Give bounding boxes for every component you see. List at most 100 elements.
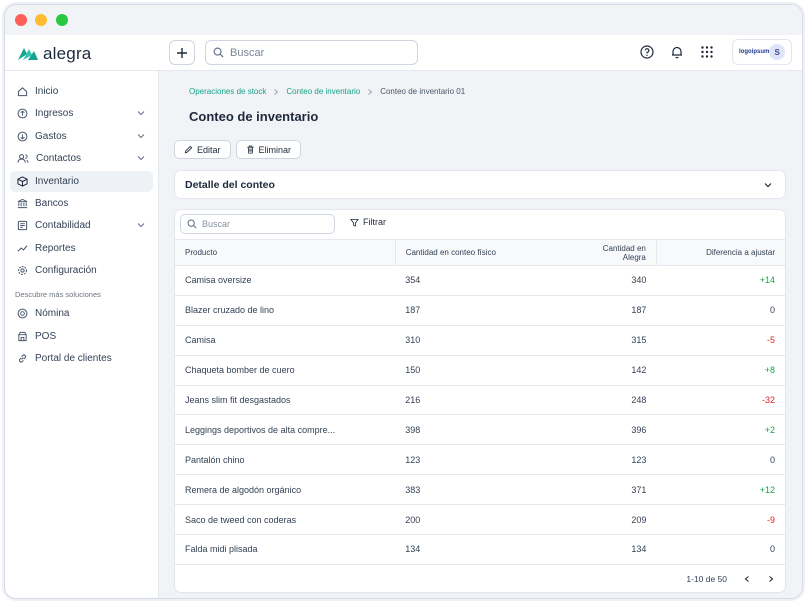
sidebar-item-gastos[interactable]: Gastos [10,126,153,147]
account-menu[interactable]: logoipsum S [732,39,792,65]
table-row[interactable]: Pantalón chino 123 123 0 [175,444,785,476]
sidebar-item-label: Contactos [36,153,82,165]
detail-title: Detalle del conteo [185,178,275,191]
table-row[interactable]: Jeans slim fit desgastados 216 248 -32 [175,385,785,416]
sidebar-item-inventario[interactable]: Inventario [10,170,153,192]
top-icons: logoipsum S [638,39,792,65]
sidebar-item-ingresos[interactable]: Ingresos [10,103,153,124]
chevron-right-icon [368,88,373,95]
pos-icon [18,331,27,341]
sidebar-item-label: POS [35,330,57,342]
table-search[interactable] [180,214,335,234]
sidebar-item-contactos[interactable]: Contactos [10,148,153,169]
column-header-producto[interactable]: Producto [175,239,396,266]
sidebar-item-label: Reportes [35,242,76,254]
cell-conteo-fisico: 310 [395,325,569,356]
bell-icon[interactable] [668,43,686,61]
window-titlebar [5,5,802,35]
global-search[interactable] [205,40,418,65]
sidebar-item-bancos[interactable]: Bancos [10,193,153,214]
cell-diferencia: -9 [656,504,785,536]
sidebar-item-reportes[interactable]: Reportes [10,238,153,259]
cell-cantidad-alegra: 315 [568,325,657,356]
cell-conteo-fisico: 383 [395,474,569,506]
cell-conteo-fisico: 134 [395,534,569,565]
box-icon [17,175,28,187]
breadcrumb-link-operaciones[interactable]: Operaciones de stock [189,87,266,96]
help-icon[interactable] [638,43,656,61]
sidebar-item-inicio[interactable]: Inicio [10,81,153,102]
sidebar-item-contabilidad[interactable]: Contabilidad [10,215,153,236]
logo-text: alegra [43,44,92,63]
maximize-window-button[interactable] [56,14,68,26]
delete-button[interactable]: Eliminar [235,140,302,159]
cell-conteo-fisico: 123 [395,444,569,476]
cell-cantidad-alegra: 123 [568,444,657,476]
expense-icon [17,131,28,142]
create-new-button[interactable] [169,40,195,65]
cell-conteo-fisico: 187 [395,295,569,326]
cell-producto: Blazer cruzado de lino [175,295,396,326]
link-icon [18,354,27,363]
payroll-icon [17,308,28,319]
apps-grid-icon[interactable] [698,43,716,61]
cell-diferencia: 0 [656,444,785,476]
table-row[interactable]: Leggings deportivos de alta compre... 398… [175,414,785,446]
cell-diferencia: -32 [656,385,785,416]
pagination-range: 1-10 de 50 [686,574,727,584]
sidebar-item-configuracion[interactable]: Configuración [10,260,153,281]
cell-conteo-fisico: 150 [395,355,569,386]
cell-cantidad-alegra: 134 [568,534,657,565]
sidebar-item-label: Portal de clientes [35,352,112,364]
chevron-right-icon[interactable] [767,575,775,583]
minimize-window-button[interactable] [35,14,47,26]
chevron-right-icon [274,88,279,95]
accounting-icon [17,221,28,231]
cell-producto: Jeans slim fit desgastados [175,385,396,416]
cell-producto: Saco de tweed con coderas [175,504,396,536]
column-header-cantidad-alegra[interactable]: Cantidad en Alegra [568,239,657,266]
sidebar-item-pos[interactable]: POS [10,326,153,347]
sidebar-item-portal-clientes[interactable]: Portal de clientes [10,348,153,369]
gear-icon [18,266,27,276]
table-row[interactable]: Falda midi plisada 134 134 0 [175,534,785,565]
chart-line-icon [17,245,28,252]
alegra-logo[interactable]: alegra [17,44,91,64]
count-detail-accordion[interactable]: Detalle del conteo [174,170,786,199]
cell-producto: Pantalón chino [175,444,396,476]
inventory-count-table: Producto Cantidad en conteo físico Canti… [175,239,785,565]
close-window-button[interactable] [15,14,27,26]
chevron-down-icon [137,111,145,116]
cell-producto: Leggings deportivos de alta compre... [175,414,396,446]
global-search-input[interactable] [230,46,400,59]
table-row[interactable]: Blazer cruzado de lino 187 187 0 [175,295,785,326]
search-icon [187,219,197,229]
breadcrumb-link-conteo[interactable]: Conteo de inventario [286,87,360,96]
breadcrumb-current: Conteo de inventario 01 [380,87,466,96]
table-search-input[interactable] [202,219,322,229]
column-header-conteo-fisico[interactable]: Cantidad en conteo físico [394,239,569,266]
edit-button[interactable]: Editar [174,140,231,159]
app-window: alegra logoipsum [4,4,803,599]
table-row[interactable]: Chaqueta bomber de cuero 150 142 +8 [175,355,785,386]
sidebar-item-label: Nómina [35,308,70,320]
income-icon [17,108,28,119]
home-icon [17,87,28,97]
sidebar-item-label: Contabilidad [35,220,91,232]
cell-producto: Falda midi plisada [175,534,396,565]
sidebar-item-label: Configuración [35,265,97,277]
top-bar: alegra logoipsum [5,35,802,71]
bank-icon [17,198,28,209]
chevron-left-icon[interactable] [743,575,751,583]
sidebar: Inicio Ingresos Gastos Contactos Inventa… [5,71,159,598]
filter-button[interactable]: Filtrar [350,217,386,227]
sidebar-item-nomina[interactable]: Nómina [10,303,153,324]
table-row[interactable]: Remera de algodón orgánico 383 371 +12 [175,474,785,506]
column-header-diferencia[interactable]: Diferencia a ajustar [655,239,785,266]
table-row[interactable]: Camisa 310 315 -5 [175,325,785,356]
cell-cantidad-alegra: 187 [568,295,657,326]
plus-icon [177,47,187,58]
edit-button-label: Editar [197,144,221,155]
table-row[interactable]: Camisa oversize 354 340 +14 [175,265,785,296]
table-row[interactable]: Saco de tweed con coderas 200 209 -9 [175,504,785,536]
